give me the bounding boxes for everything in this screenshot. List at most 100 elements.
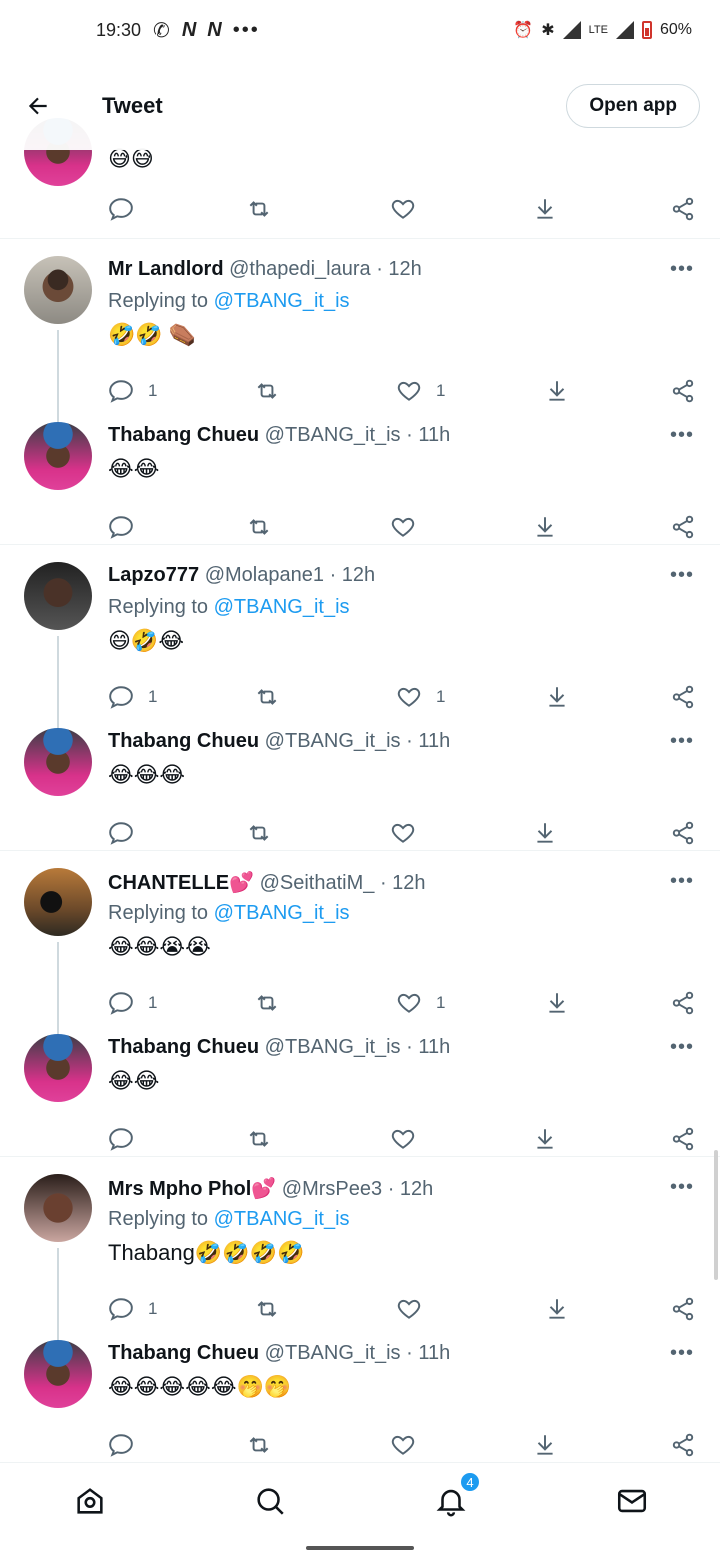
retweet-button[interactable] — [246, 1124, 272, 1154]
reply-button[interactable] — [108, 818, 148, 848]
display-name[interactable]: Mr Landlord — [108, 258, 224, 280]
avatar[interactable] — [24, 422, 92, 490]
reply-button[interactable]: 1 — [108, 682, 157, 712]
mention-link[interactable]: @TBANG_it_is — [214, 1208, 350, 1230]
timestamp[interactable]: · 11h — [406, 424, 450, 446]
tweet[interactable]: Mr Landlord @thapedi_laura · 12h ••• Rep… — [0, 252, 720, 430]
like-button[interactable] — [390, 1124, 430, 1154]
timestamp[interactable]: · 12h — [388, 1178, 434, 1200]
avatar[interactable] — [24, 1034, 92, 1102]
more-options-icon[interactable]: ••• — [670, 870, 694, 893]
download-button[interactable] — [544, 1294, 570, 1324]
reply-button[interactable]: 1 — [108, 376, 157, 406]
download-button[interactable] — [532, 512, 558, 542]
timestamp[interactable]: · 11h — [406, 730, 450, 752]
like-button[interactable] — [390, 1430, 430, 1460]
home-icon[interactable] — [70, 1481, 110, 1521]
tweet[interactable]: Thabang Chueu @TBANG_it_is · 11h ••• 😂😂 — [0, 1030, 720, 1170]
share-button[interactable] — [670, 682, 696, 712]
retweet-button[interactable] — [246, 194, 272, 224]
like-button[interactable]: 1 — [396, 988, 445, 1018]
timestamp[interactable]: · 12h — [330, 564, 376, 586]
reply-button[interactable]: 1 — [108, 988, 157, 1018]
avatar[interactable] — [24, 1174, 92, 1242]
more-options-icon[interactable]: ••• — [670, 258, 694, 281]
share-button[interactable] — [670, 376, 696, 406]
retweet-button[interactable] — [254, 1294, 280, 1324]
tweet[interactable]: 😅😅 — [0, 118, 720, 238]
display-name[interactable]: Thabang Chueu — [108, 1342, 259, 1364]
display-name[interactable]: Thabang Chueu — [108, 424, 259, 446]
share-button[interactable] — [670, 1294, 696, 1324]
avatar[interactable] — [24, 562, 92, 630]
back-arrow-icon[interactable] — [24, 92, 52, 120]
tweet[interactable]: Thabang Chueu @TBANG_it_is · 11h ••• 😂😂😂… — [0, 1336, 720, 1476]
tweet[interactable]: Lapzo777 @Molapane1 · 12h ••• Replying t… — [0, 558, 720, 736]
like-button[interactable]: 1 — [396, 376, 445, 406]
tweet[interactable]: CHANTELLE💕 @SeithatiM_ · 12h ••• Replyin… — [0, 864, 720, 1042]
reply-button[interactable]: 1 — [108, 1294, 157, 1324]
search-icon[interactable] — [250, 1481, 290, 1521]
retweet-button[interactable] — [246, 1430, 272, 1460]
share-button[interactable] — [670, 818, 696, 848]
avatar[interactable] — [24, 256, 92, 324]
share-button[interactable] — [670, 512, 696, 542]
avatar[interactable] — [24, 868, 92, 936]
open-app-button[interactable]: Open app — [566, 84, 700, 128]
share-button[interactable] — [670, 988, 696, 1018]
like-button[interactable] — [396, 1294, 436, 1324]
share-button[interactable] — [670, 194, 696, 224]
like-button[interactable] — [390, 512, 430, 542]
like-button[interactable] — [390, 818, 430, 848]
display-name[interactable]: Thabang Chueu — [108, 1036, 259, 1058]
reply-button[interactable] — [108, 1124, 148, 1154]
download-button[interactable] — [532, 194, 558, 224]
tweet[interactable]: Thabang Chueu @TBANG_it_is · 11h ••• 😂😂😂 — [0, 724, 720, 864]
download-button[interactable] — [532, 1430, 558, 1460]
more-options-icon[interactable]: ••• — [670, 424, 694, 447]
timestamp[interactable]: · 12h — [380, 872, 426, 894]
more-options-icon[interactable]: ••• — [670, 730, 694, 753]
more-options-icon[interactable]: ••• — [670, 1176, 694, 1199]
tweet[interactable]: Thabang Chueu @TBANG_it_is · 11h ••• 😂😂 — [0, 418, 720, 558]
username[interactable]: @MrsPee3 — [282, 1178, 382, 1200]
display-name[interactable]: Mrs Mpho Phol💕 — [108, 1178, 276, 1200]
retweet-button[interactable] — [246, 818, 272, 848]
display-name[interactable]: Lapzo777 — [108, 564, 199, 586]
username[interactable]: @TBANG_it_is — [265, 1036, 401, 1058]
download-button[interactable] — [532, 1124, 558, 1154]
like-button[interactable]: 1 — [396, 682, 445, 712]
scrollbar[interactable] — [714, 1150, 718, 1280]
username[interactable]: @Molapane1 — [205, 564, 324, 586]
share-button[interactable] — [670, 1430, 696, 1460]
mention-link[interactable]: @TBANG_it_is — [214, 290, 350, 312]
retweet-button[interactable] — [254, 376, 280, 406]
tweet[interactable]: Mrs Mpho Phol💕 @MrsPee3 · 12h ••• Replyi… — [0, 1170, 720, 1348]
more-options-icon[interactable]: ••• — [670, 564, 694, 587]
reply-button[interactable] — [108, 512, 148, 542]
more-options-icon[interactable]: ••• — [670, 1342, 694, 1365]
download-button[interactable] — [544, 988, 570, 1018]
username[interactable]: @SeithatiM_ — [260, 872, 375, 894]
like-button[interactable] — [390, 194, 416, 224]
mention-link[interactable]: @TBANG_it_is — [214, 902, 350, 924]
timestamp[interactable]: · 11h — [406, 1036, 450, 1058]
timestamp[interactable]: · 12h — [376, 258, 422, 280]
username[interactable]: @TBANG_it_is — [265, 730, 401, 752]
reply-button[interactable] — [108, 194, 134, 224]
download-button[interactable] — [544, 376, 570, 406]
reply-button[interactable] — [108, 1430, 148, 1460]
avatar[interactable] — [24, 728, 92, 796]
timestamp[interactable]: · 11h — [406, 1342, 450, 1364]
download-button[interactable] — [544, 682, 570, 712]
share-button[interactable] — [670, 1124, 696, 1154]
username[interactable]: @TBANG_it_is — [265, 1342, 401, 1364]
username[interactable]: @TBANG_it_is — [265, 424, 401, 446]
mention-link[interactable]: @TBANG_it_is — [214, 596, 350, 618]
display-name[interactable]: Thabang Chueu — [108, 730, 259, 752]
retweet-button[interactable] — [254, 988, 280, 1018]
avatar[interactable] — [24, 1340, 92, 1408]
username[interactable]: @thapedi_laura — [229, 258, 371, 280]
retweet-button[interactable] — [246, 512, 272, 542]
notifications-icon[interactable]: 4 — [431, 1471, 481, 1521]
